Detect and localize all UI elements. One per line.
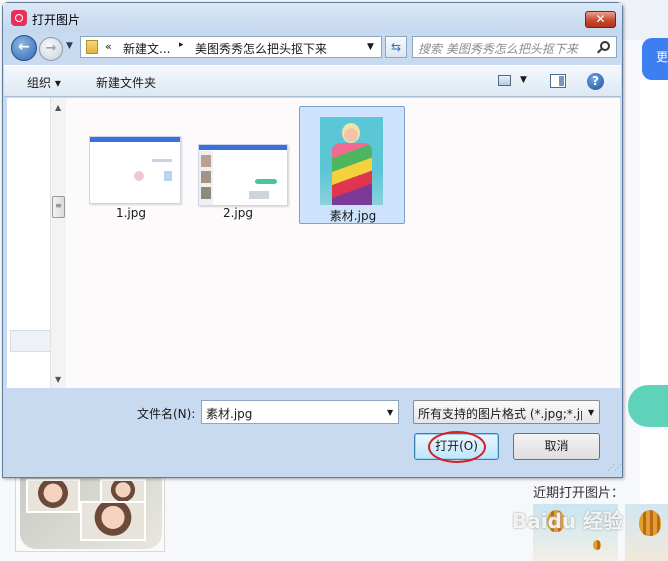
navigation-item[interactable] [10, 330, 52, 352]
file-item[interactable]: 1.jpg [78, 106, 184, 224]
recent-image-thumbnail[interactable] [625, 504, 668, 561]
open-button-highlight-circle [428, 431, 486, 463]
breadcrumb-segment[interactable]: 美图秀秀怎么把头抠下来 [195, 40, 327, 57]
view-dropdown-icon[interactable]: ▼ [520, 75, 527, 85]
change-view-icon[interactable] [498, 75, 511, 86]
scrollbar-thumb[interactable]: ≡ [52, 196, 65, 218]
file-name: 1.jpg [115, 206, 147, 220]
balloon-icon [639, 510, 661, 536]
breadcrumb-segment[interactable]: 新建文... [123, 40, 170, 57]
refresh-icon[interactable]: ⇆ [385, 36, 407, 58]
preview-graphic [134, 171, 144, 181]
file-type-value: 所有支持的图片格式 (*.jpg;*.jp [418, 407, 582, 421]
balloon-icon [593, 540, 601, 550]
collage-face-photo [80, 501, 146, 541]
forward-arrow-icon[interactable]: → [39, 37, 63, 61]
preview-photo [201, 171, 211, 183]
file-type-dropdown-icon[interactable]: ▼ [588, 408, 594, 417]
address-bar[interactable]: « 新建文... ▸ 美图秀秀怎么把头抠下来 ▼ [80, 36, 382, 58]
file-item-selected[interactable]: 素材.jpg [299, 106, 405, 224]
folder-icon [86, 40, 98, 54]
background-collage-thumbnail[interactable] [15, 472, 165, 552]
search-placeholder: 搜索 美图秀秀怎么把头抠下来 [418, 42, 578, 56]
help-icon[interactable]: ? [587, 73, 604, 90]
preview-button [255, 179, 277, 184]
close-button[interactable]: ✕ [585, 11, 616, 28]
screenshot-preview [89, 136, 181, 204]
history-dropdown-icon[interactable]: ▼ [66, 41, 73, 51]
address-dropdown-icon[interactable]: ▼ [367, 42, 374, 52]
portrait-scarf [332, 143, 372, 205]
file-list: 1.jpg 2.jpg 素材.jpg [66, 98, 620, 388]
file-item[interactable]: 2.jpg [185, 106, 291, 224]
preview-photo [201, 187, 211, 199]
portrait-head [342, 123, 360, 143]
cancel-button[interactable]: 取消 [513, 433, 600, 460]
background-tab[interactable]: 更 [642, 38, 668, 80]
preview-graphic [249, 191, 269, 199]
filename-input[interactable]: 素材.jpg ▼ [201, 400, 399, 424]
meitu-app-icon [11, 10, 27, 26]
background-panel [640, 80, 668, 560]
collage-frame [20, 475, 162, 549]
new-folder-button[interactable]: 新建文件夹 [96, 74, 156, 91]
navigation-scrollbar[interactable]: ▲ ≡ ▼ [50, 98, 66, 388]
dialog-toolbar: 组织 ▾ 新建文件夹 ▼ ? [4, 65, 621, 97]
file-name: 素材.jpg [329, 209, 377, 223]
search-icon[interactable] [600, 41, 610, 51]
open-image-dialog: 打开图片 ✕ ← → ▼ « 新建文... ▸ 美图秀秀怎么把头抠下来 ▼ ⇆ … [2, 2, 623, 478]
resize-grip-icon[interactable]: ⋰⋰ [607, 463, 622, 472]
dialog-title: 打开图片 [32, 13, 81, 27]
organize-menu[interactable]: 组织 ▾ [27, 74, 61, 91]
breadcrumb-separator-icon[interactable]: ▸ [179, 40, 184, 50]
preview-photo [201, 155, 211, 167]
preview-header [90, 137, 180, 142]
file-name: 2.jpg [222, 206, 254, 220]
screenshot-preview [198, 144, 288, 206]
dialog-titlebar[interactable]: 打开图片 ✕ [3, 3, 622, 33]
background-action-button[interactable] [628, 385, 668, 427]
filename-value: 素材.jpg [206, 407, 253, 421]
filename-label: 文件名(N): [137, 407, 196, 421]
preview-header [199, 145, 287, 150]
back-arrow-icon[interactable]: ← [11, 35, 37, 61]
file-thumbnail [195, 114, 288, 206]
preview-text-line [152, 159, 172, 162]
collage-face-photo [26, 479, 80, 513]
watermark-logo: Baidu 经验 [512, 509, 624, 533]
portrait-photo-thumbnail [320, 117, 383, 205]
file-thumbnail [88, 114, 181, 204]
file-type-select[interactable]: 所有支持的图片格式 (*.jpg;*.jp ▼ [413, 400, 600, 424]
scroll-up-icon[interactable]: ▲ [55, 103, 61, 112]
preview-graphic [164, 171, 172, 181]
search-input[interactable]: 搜索 美图秀秀怎么把头抠下来 [412, 36, 617, 58]
preview-pane-icon[interactable] [550, 74, 566, 88]
filename-dropdown-icon[interactable]: ▼ [387, 408, 393, 417]
address-overflow-chevron[interactable]: « [105, 40, 112, 53]
scroll-down-icon[interactable]: ▼ [55, 375, 61, 384]
recent-images-label: 近期打开图片： [533, 486, 625, 501]
background-topbar [620, 0, 668, 40]
navigation-pane[interactable] [7, 98, 52, 388]
